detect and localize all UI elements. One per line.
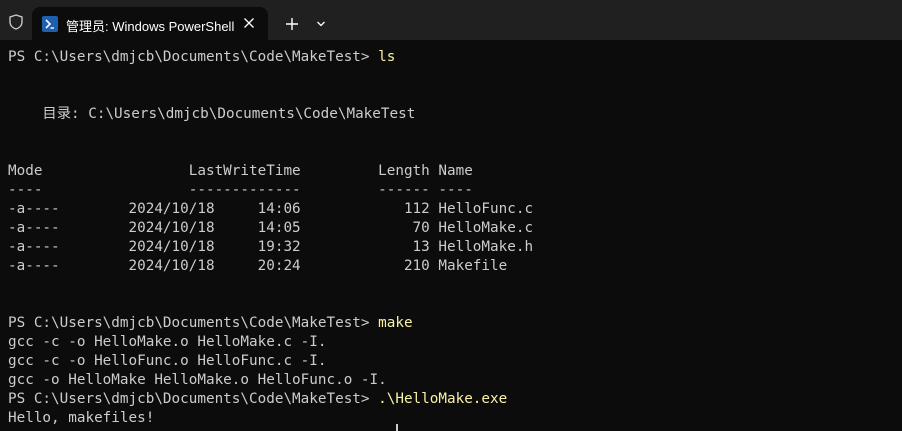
powershell-icon [42,16,58,32]
title-bar: 管理员: Windows PowerShell [0,0,902,40]
output-line: gcc -c -o HelloMake.o HelloMake.c -I. [8,334,327,350]
output-line: gcc -o HelloMake HelloMake.o HelloFunc.o… [8,372,387,388]
plus-icon [286,18,298,30]
new-tab-button[interactable] [280,12,304,36]
text-cursor [396,424,398,431]
output-line: Hello, makefiles! [8,410,155,426]
output-line: gcc -c -o HelloFunc.o HelloFunc.c -I. [8,353,327,369]
prompt: PS C:\Users\dmjcb\Documents\Code\MakeTes… [8,315,379,331]
column-underline: ---- ------------- ------ ---- [8,182,473,198]
tab-powershell[interactable]: 管理员: Windows PowerShell [32,7,268,40]
command: ls [378,49,396,65]
prompt: PS C:\Users\dmjcb\Documents\Code\MakeTes… [8,391,379,407]
tab-dropdown-button[interactable] [310,12,332,36]
close-icon[interactable] [238,12,260,34]
shield-icon [8,14,24,30]
directory-header: 目录: C:\Users\dmjcb\Documents\Code\MakeTe… [8,106,416,122]
prompt: PS C:\Users\dmjcb\Documents\Code\MakeTes… [8,49,379,65]
prompt-line: PS C:\Users\dmjcb\Documents\Code\MakeTes… [8,314,413,333]
tab-title: 管理员: Windows PowerShell [66,19,235,34]
file-row: -a---- 2024/10/18 14:06 112 HelloFunc.c [8,201,534,217]
prompt-line: PS C:\Users\dmjcb\Documents\Code\MakeTes… [8,390,507,409]
file-row: -a---- 2024/10/18 20:24 210 Makefile [8,258,508,274]
prompt-line: PS C:\Users\dmjcb\Documents\Code\MakeTes… [8,48,395,67]
file-row: -a---- 2024/10/18 14:05 70 HelloMake.c [8,220,534,236]
chevron-down-icon [317,21,325,27]
file-row: -a---- 2024/10/18 19:32 13 HelloMake.h [8,239,534,255]
column-headers: Mode LastWriteTime Length Name [8,163,473,179]
command: make [378,315,413,331]
command: .\HelloMake.exe [378,391,508,407]
terminal-output[interactable]: PS C:\Users\dmjcb\Documents\Code\MakeTes… [0,40,902,431]
